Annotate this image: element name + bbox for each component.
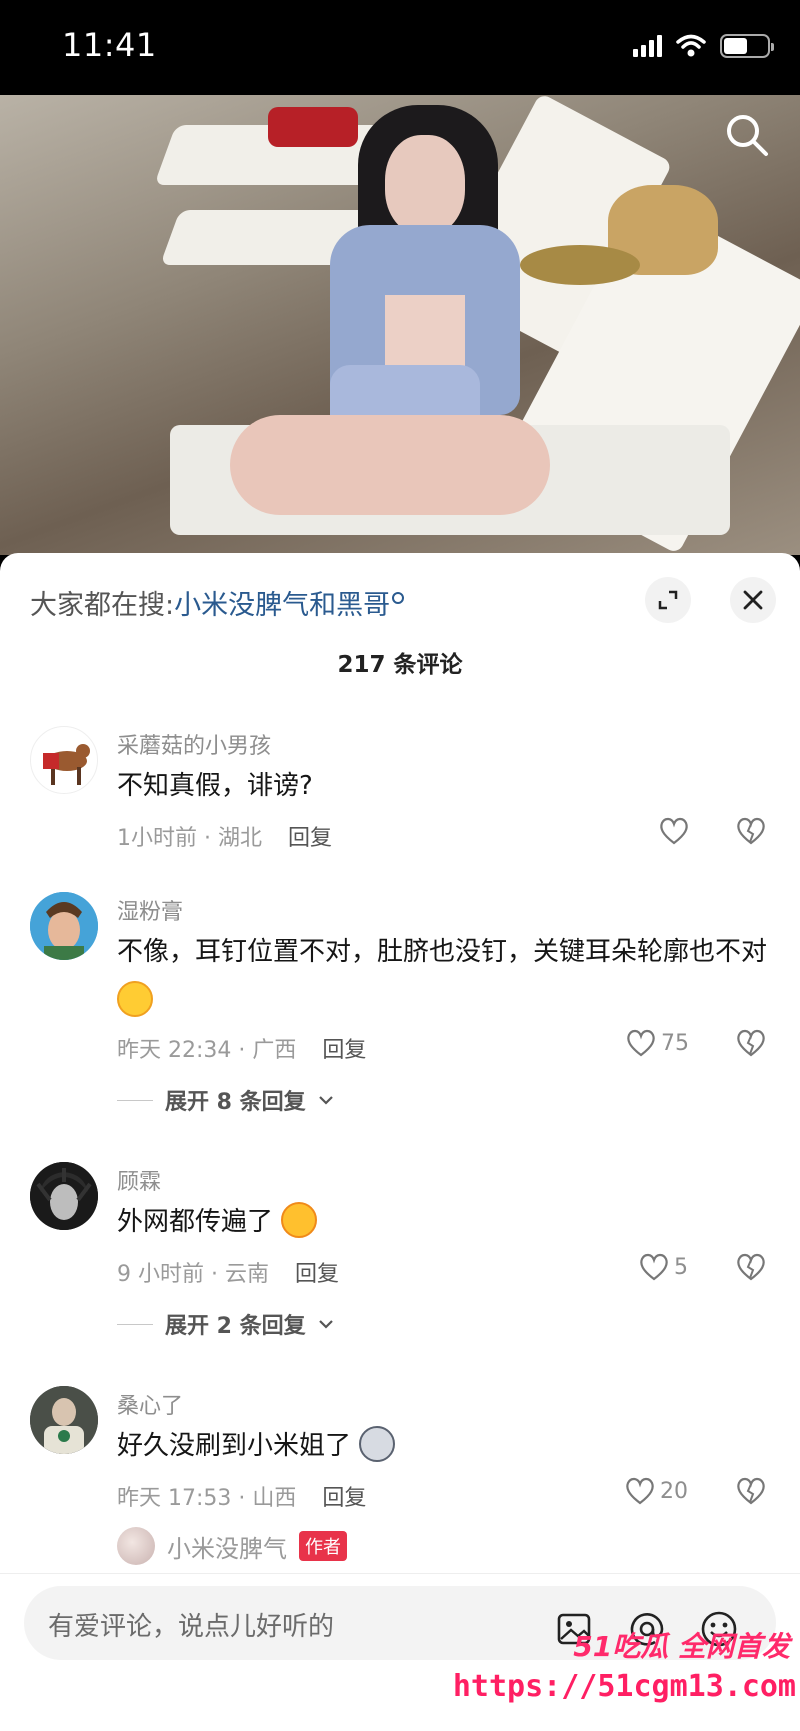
expand-button[interactable] (645, 577, 691, 623)
comment-username[interactable]: 桑心了 (117, 1388, 183, 1420)
battery-icon (720, 34, 774, 58)
cellular-signal-icon (633, 35, 662, 57)
comment-meta: 9 小时前 · 云南 回复 (117, 1256, 339, 1288)
author-reply[interactable]: 小米没脾气 作者 (117, 1527, 347, 1565)
comment-username[interactable]: 采蘑菇的小男孩 (117, 728, 271, 760)
comment-username[interactable]: 顾霖 (117, 1164, 161, 1196)
comment-meta: 昨天 22:34 · 广西 回复 (117, 1032, 366, 1064)
chevron-down-icon (318, 1320, 333, 1329)
comment-username[interactable]: 湿粉膏 (117, 894, 183, 926)
comment-text: 外网都传遍了 (117, 1198, 777, 1247)
reply-button[interactable]: 回复 (288, 826, 332, 851)
status-icons (633, 34, 774, 58)
watermark-url: https://51cgm13.com (452, 1669, 796, 1704)
like-button[interactable]: 20 (624, 1476, 688, 1506)
like-count: 75 (661, 1030, 689, 1056)
person-figure (0, 95, 800, 555)
comment-text: 不像，耳钉位置不对，肚脐也没钉，关键耳朵轮廓也不对 (117, 928, 777, 1026)
search-icon (727, 115, 768, 156)
trending-keyword[interactable]: 小米没脾气和黑哥 (174, 590, 390, 621)
author-username[interactable]: 小米没脾气 (167, 1529, 287, 1564)
dislike-button[interactable] (735, 1252, 767, 1286)
comment-time-location: 昨天 17:53 · 山西 (117, 1486, 297, 1511)
grin-emoji-icon (117, 980, 153, 1017)
avatar[interactable] (30, 726, 98, 794)
broken-heart-icon (737, 1477, 765, 1505)
close-button[interactable] (730, 577, 776, 623)
close-icon (743, 590, 763, 610)
reply-button[interactable]: 回复 (322, 1038, 366, 1063)
trending-prefix: 大家都在搜: (30, 590, 175, 621)
sheet-header: 大家都在搜:小米没脾气和黑哥 217 条评论 (0, 553, 800, 713)
avatar[interactable] (30, 892, 98, 960)
like-button[interactable]: 75 (625, 1028, 689, 1058)
author-badge: 作者 (299, 1531, 347, 1561)
avatar[interactable] (30, 1162, 98, 1230)
like-count: 5 (674, 1254, 688, 1280)
expand-replies[interactable]: 展开 2 条回复 (117, 1308, 334, 1340)
comment-time-location: 1小时前 · 湖北 (117, 826, 262, 851)
comment-count: 217 条评论 (337, 652, 463, 678)
legs (230, 415, 550, 515)
reply-button[interactable]: 回复 (295, 1262, 339, 1287)
reply-button[interactable]: 回复 (322, 1486, 366, 1511)
husky-emoji-icon (359, 1425, 396, 1462)
comment-time-location: 昨天 22:34 · 广西 (117, 1038, 297, 1063)
broken-heart-icon (737, 1253, 765, 1281)
heart-icon (640, 1253, 668, 1281)
avatar[interactable] (30, 1386, 98, 1454)
comment-text-content: 外网都传遍了 (117, 1207, 274, 1237)
heart-icon (627, 1029, 655, 1057)
search-icon (392, 592, 405, 604)
broken-heart-icon (737, 1029, 765, 1057)
comment-meta: 昨天 17:53 · 山西 回复 (117, 1480, 366, 1512)
comment-text-content: 不像，耳钉位置不对，肚脐也没钉，关键耳朵轮廓也不对 (117, 937, 768, 967)
comment-input-placeholder: 有爱评论，说点儿好听的 (48, 1612, 335, 1642)
chevron-down-icon (318, 1096, 333, 1105)
like-button[interactable]: 5 (638, 1252, 688, 1282)
expand-icon (658, 590, 678, 610)
dislike-button[interactable] (735, 816, 767, 850)
heart-icon (626, 1477, 654, 1505)
video-search-button[interactable] (724, 112, 770, 158)
like-button[interactable] (658, 816, 690, 846)
video-player[interactable] (0, 95, 800, 555)
like-count: 20 (660, 1478, 688, 1504)
surprised-emoji-icon (281, 1201, 318, 1238)
watermark-brand: 51吃瓜 全网首发 (573, 1630, 790, 1663)
comment-meta: 1小时前 · 湖北 回复 (117, 820, 332, 852)
status-time: 11:41 (62, 26, 157, 64)
divider (117, 1099, 153, 1101)
dislike-button[interactable] (735, 1476, 767, 1510)
comment-text: 好久没刷到小米姐了 (117, 1422, 777, 1471)
watermark: 51吃瓜 全网首发 https://51cgm13.com (453, 1625, 800, 1731)
trending-search[interactable]: 大家都在搜:小米没脾气和黑哥 (30, 583, 405, 622)
wifi-icon (676, 34, 706, 57)
status-bar: 11:41 (0, 0, 800, 95)
comment-time-location: 9 小时前 · 云南 (117, 1262, 269, 1287)
comment-text: 不知真假，诽谤? (117, 771, 313, 801)
broken-heart-icon (737, 817, 765, 845)
comment-text-content: 好久没刷到小米姐了 (117, 1431, 352, 1461)
expand-replies-label[interactable]: 展开 8 条回复 (165, 1084, 306, 1116)
expand-replies[interactable]: 展开 8 条回复 (117, 1084, 334, 1116)
expand-replies-label[interactable]: 展开 2 条回复 (165, 1308, 306, 1340)
face (385, 135, 465, 235)
heart-icon (660, 817, 688, 845)
dislike-button[interactable] (735, 1028, 767, 1062)
divider (117, 1323, 153, 1325)
avatar[interactable] (117, 1527, 155, 1565)
